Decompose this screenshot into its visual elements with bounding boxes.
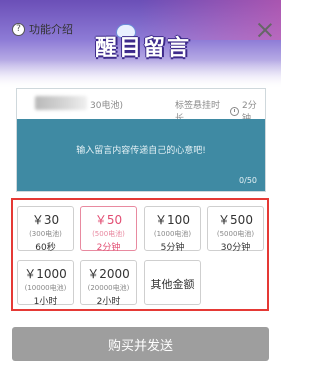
header-fade bbox=[0, 60, 281, 90]
buy-and-send-button[interactable]: 购买并发送 bbox=[12, 327, 269, 361]
option-100[interactable]: ￥100 (1000电池) 5分钟 bbox=[144, 206, 201, 253]
message-placeholder: 输入留言内容传递自己的心意吧! bbox=[76, 146, 206, 156]
option-price: ￥1000 bbox=[24, 267, 67, 281]
dialog-title: 醒目留言 bbox=[94, 36, 191, 61]
help-link[interactable]: ? 功能介绍 bbox=[12, 21, 73, 37]
help-label: 功能介绍 bbox=[29, 23, 73, 36]
option-coins: (300电池) bbox=[29, 230, 62, 238]
option-1000[interactable]: ￥1000 (10000电池) 1小时 bbox=[17, 260, 74, 307]
option-time: 5分钟 bbox=[160, 243, 185, 253]
option-price: ￥500 bbox=[218, 213, 253, 227]
close-icon[interactable] bbox=[257, 22, 273, 38]
question-circle-icon: ? bbox=[12, 22, 25, 36]
char-count: 0/50 bbox=[239, 176, 257, 185]
option-price: ￥30 bbox=[31, 213, 60, 227]
option-other-amount[interactable]: 其他金额 bbox=[144, 260, 201, 305]
option-coins: (10000电池) bbox=[24, 284, 67, 292]
message-card: 30电池) 标签悬挂时长 2分钟 输入留言内容传递自己的心意吧! 0/50 bbox=[16, 88, 266, 192]
amount-hint: 30电池) bbox=[90, 101, 123, 111]
option-50[interactable]: ￥50 (500电池) 2分钟 bbox=[80, 206, 137, 253]
option-time: 30分钟 bbox=[220, 243, 251, 253]
other-amount-label: 其他金额 bbox=[150, 278, 195, 291]
blurred-username bbox=[35, 96, 87, 110]
option-price: ￥100 bbox=[155, 213, 190, 227]
option-time: 60秒 bbox=[35, 243, 56, 253]
message-input-area[interactable]: 输入留言内容传递自己的心意吧! 0/50 bbox=[17, 119, 265, 191]
card-header: 30电池) 标签悬挂时长 2分钟 bbox=[17, 89, 265, 124]
option-price: ￥2000 bbox=[87, 267, 130, 281]
option-coins: (1000电池) bbox=[153, 230, 192, 238]
clock-icon bbox=[230, 106, 240, 116]
option-coins: (500电池) bbox=[92, 230, 125, 238]
option-2000[interactable]: ￥2000 (20000电池) 2小时 bbox=[80, 260, 137, 307]
option-time: 1小时 bbox=[33, 297, 58, 307]
option-time: 2分钟 bbox=[96, 243, 121, 253]
option-price: ￥50 bbox=[94, 213, 123, 227]
option-coins: (20000电池) bbox=[87, 284, 130, 292]
option-coins: (5000电池) bbox=[216, 230, 255, 238]
option-time: 2小时 bbox=[96, 297, 121, 307]
option-30[interactable]: ￥30 (300电池) 60秒 bbox=[17, 206, 74, 253]
option-500[interactable]: ￥500 (5000电池) 30分钟 bbox=[207, 206, 264, 253]
